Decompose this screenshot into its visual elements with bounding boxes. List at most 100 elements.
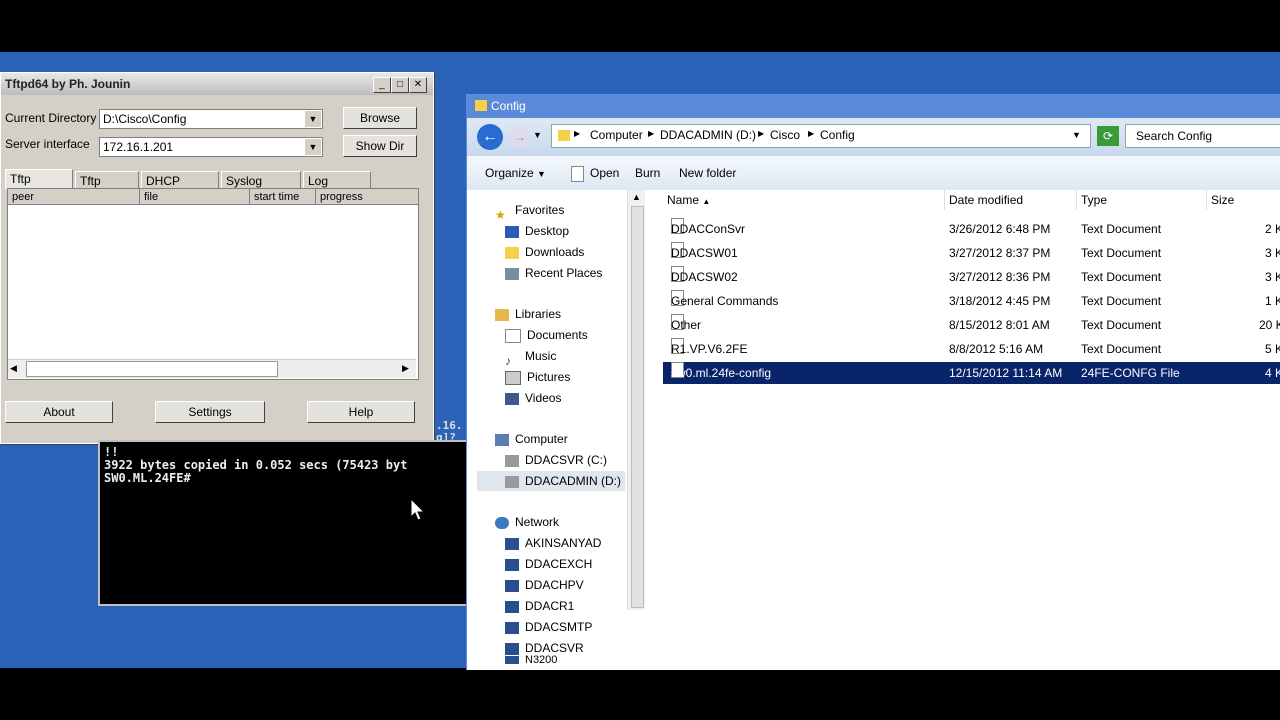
address-bar-area: ← → ▼ ▶ Computer ▶ DDACADMIN (D:) ▶ Cisc… xyxy=(467,118,1280,156)
scroll-left-icon[interactable]: ◀ xyxy=(10,363,17,374)
column-file[interactable]: file xyxy=(140,189,250,205)
chevron-down-icon[interactable]: ▼ xyxy=(1072,130,1081,140)
file-size: 1 K xyxy=(1265,294,1280,308)
browse-button[interactable]: Browse xyxy=(343,107,417,129)
new-folder-button[interactable]: New folder xyxy=(679,166,736,180)
chevron-down-icon[interactable]: ▼ xyxy=(305,139,321,155)
current-directory-select[interactable]: D:\Cisco\Config ▼ xyxy=(99,109,323,129)
scrollbar-thumb[interactable] xyxy=(26,361,278,377)
file-size: 5 K xyxy=(1265,342,1280,356)
file-row-selected[interactable]: sw0.ml.24fe-config 12/15/2012 11:14 AM 2… xyxy=(663,362,1280,384)
column-type[interactable]: Type xyxy=(1077,190,1207,210)
back-icon[interactable]: ← xyxy=(477,124,503,150)
chevron-down-icon[interactable]: ▼ xyxy=(305,111,321,127)
nav-network[interactable]: Network xyxy=(495,512,559,532)
column-name[interactable]: Name ▲ xyxy=(663,190,945,210)
help-button[interactable]: Help xyxy=(307,401,415,423)
column-peer[interactable]: peer xyxy=(8,189,140,205)
tab-tftp-client[interactable]: Tftp Client xyxy=(75,171,139,206)
nav-network-host[interactable]: DDACSMTP xyxy=(505,617,592,637)
scrollbar-thumb[interactable] xyxy=(631,206,644,608)
computer-icon xyxy=(505,558,519,571)
transfer-list[interactable]: peer file start time progress ◀ ▶ xyxy=(7,188,419,380)
scroll-right-icon[interactable]: ▶ xyxy=(402,363,409,374)
nav-documents[interactable]: Documents xyxy=(505,325,588,345)
column-progress[interactable]: progress xyxy=(316,189,418,205)
file-type: Text Document xyxy=(1081,270,1162,284)
nav-libraries[interactable]: Libraries xyxy=(495,304,561,324)
file-date: 12/15/2012 11:14 AM xyxy=(949,366,1063,380)
column-date-modified[interactable]: Date modified xyxy=(945,190,1077,210)
nav-music[interactable]: ♪ Music xyxy=(505,346,556,368)
nav-network-host[interactable]: DDACEXCH xyxy=(505,554,592,574)
folder-icon xyxy=(558,130,570,141)
refresh-icon[interactable]: ⟳ xyxy=(1097,126,1119,146)
show-dir-button[interactable]: Show Dir xyxy=(343,135,417,157)
server-interface-label: Server interface xyxy=(5,137,90,151)
close-icon[interactable]: ✕ xyxy=(409,77,427,93)
nav-pictures[interactable]: Pictures xyxy=(505,367,570,387)
address-bar[interactable]: ▶ Computer ▶ DDACADMIN (D:) ▶ Cisco ▶ Co… xyxy=(551,124,1091,148)
nav-downloads[interactable]: Downloads xyxy=(505,242,584,262)
breadcrumb-drive[interactable]: DDACADMIN (D:) xyxy=(660,128,756,142)
tftpd-title: Tftpd64 by Ph. Jounin xyxy=(5,77,131,91)
chevron-right-icon[interactable]: ▶ xyxy=(758,129,764,138)
open-button[interactable]: Open xyxy=(571,166,619,182)
chevron-right-icon[interactable]: ▶ xyxy=(648,129,654,138)
burn-button[interactable]: Burn xyxy=(635,166,660,180)
drive-icon xyxy=(505,454,519,467)
horizontal-scrollbar[interactable]: ◀ ▶ xyxy=(8,359,416,378)
tab-syslog-server[interactable]: Syslog server xyxy=(221,171,301,206)
tab-dhcp-server[interactable]: DHCP server xyxy=(141,171,219,206)
nav-network-host[interactable]: DDACHPV xyxy=(505,575,584,595)
breadcrumb-computer[interactable]: Computer xyxy=(590,128,643,142)
file-row[interactable]: DDACSW01 3/27/2012 8:37 PM Text Document… xyxy=(663,242,1280,264)
settings-button[interactable]: Settings xyxy=(155,401,265,423)
file-size: 2 K xyxy=(1265,222,1280,236)
breadcrumb-cisco[interactable]: Cisco xyxy=(770,128,800,142)
server-interface-value: 172.16.1.201 xyxy=(103,140,174,154)
chevron-right-icon[interactable]: ▶ xyxy=(574,129,580,138)
nav-network-host[interactable]: AKINSANYAD xyxy=(505,533,601,553)
scroll-up-icon[interactable]: ▲ xyxy=(632,192,641,202)
nav-computer-label: Computer xyxy=(515,432,568,446)
nav-computer[interactable]: Computer xyxy=(495,429,568,449)
file-date: 3/27/2012 8:36 PM xyxy=(949,270,1051,284)
file-row[interactable]: R1.VP.V6.2FE 8/8/2012 5:16 AM Text Docum… xyxy=(663,338,1280,360)
explorer-title-bar[interactable]: Config xyxy=(467,94,1280,118)
pictures-icon xyxy=(505,370,521,385)
minimize-icon[interactable]: _ xyxy=(373,77,391,93)
column-start-time[interactable]: start time xyxy=(250,189,316,205)
nav-recent-places[interactable]: Recent Places xyxy=(505,263,602,283)
console-window[interactable]: !! 3922 bytes copied in 0.052 secs (7542… xyxy=(98,440,468,606)
nav-drive-d[interactable]: DDACADMIN (D:) xyxy=(477,471,625,491)
breadcrumb-config[interactable]: Config xyxy=(820,128,855,142)
file-type: Text Document xyxy=(1081,294,1162,308)
file-row[interactable]: Other 8/15/2012 8:01 AM Text Document 20… xyxy=(663,314,1280,336)
nav-network-host[interactable]: N3200 xyxy=(505,654,557,666)
nav-videos[interactable]: Videos xyxy=(505,388,561,408)
search-input[interactable]: Search Config xyxy=(1125,124,1280,148)
organize-button[interactable]: Organize ▼ xyxy=(485,166,546,180)
nav-drive-c[interactable]: DDACSVR (C:) xyxy=(505,450,607,470)
tftpd-title-bar[interactable]: Tftpd64 by Ph. Jounin xyxy=(1,73,433,95)
maximize-icon[interactable]: □ xyxy=(391,77,409,93)
file-row[interactable]: DDACConSvr 3/26/2012 6:48 PM Text Docume… xyxy=(663,218,1280,240)
nav-network-host-label: DDACHPV xyxy=(525,578,584,592)
explorer-window: Config ← → ▼ ▶ Computer ▶ DDACADMIN (D:)… xyxy=(466,94,1280,670)
nav-desktop[interactable]: Desktop xyxy=(505,221,569,241)
server-interface-select[interactable]: 172.16.1.201 ▼ xyxy=(99,137,323,157)
file-row[interactable]: General Commands 3/18/2012 4:45 PM Text … xyxy=(663,290,1280,312)
column-size[interactable]: Size xyxy=(1207,190,1280,210)
file-row[interactable]: DDACSW02 3/27/2012 8:36 PM Text Document… xyxy=(663,266,1280,288)
navigation-pane: ★ Favorites Desktop Downloads Recent Plac… xyxy=(467,190,645,670)
chevron-right-icon[interactable]: ▶ xyxy=(808,129,814,138)
tab-log-viewer[interactable]: Log viewer xyxy=(303,171,371,206)
tab-tftp-server[interactable]: Tftp Server xyxy=(5,169,73,204)
recent-pages-chevron-icon[interactable]: ▼ xyxy=(533,130,542,140)
about-button[interactable]: About xyxy=(5,401,113,423)
forward-icon[interactable]: → xyxy=(509,126,531,148)
nav-network-host[interactable]: DDACR1 xyxy=(505,596,574,616)
nav-vertical-scrollbar[interactable]: ▲ xyxy=(627,190,646,610)
nav-favorites[interactable]: ★ Favorites xyxy=(495,200,564,222)
